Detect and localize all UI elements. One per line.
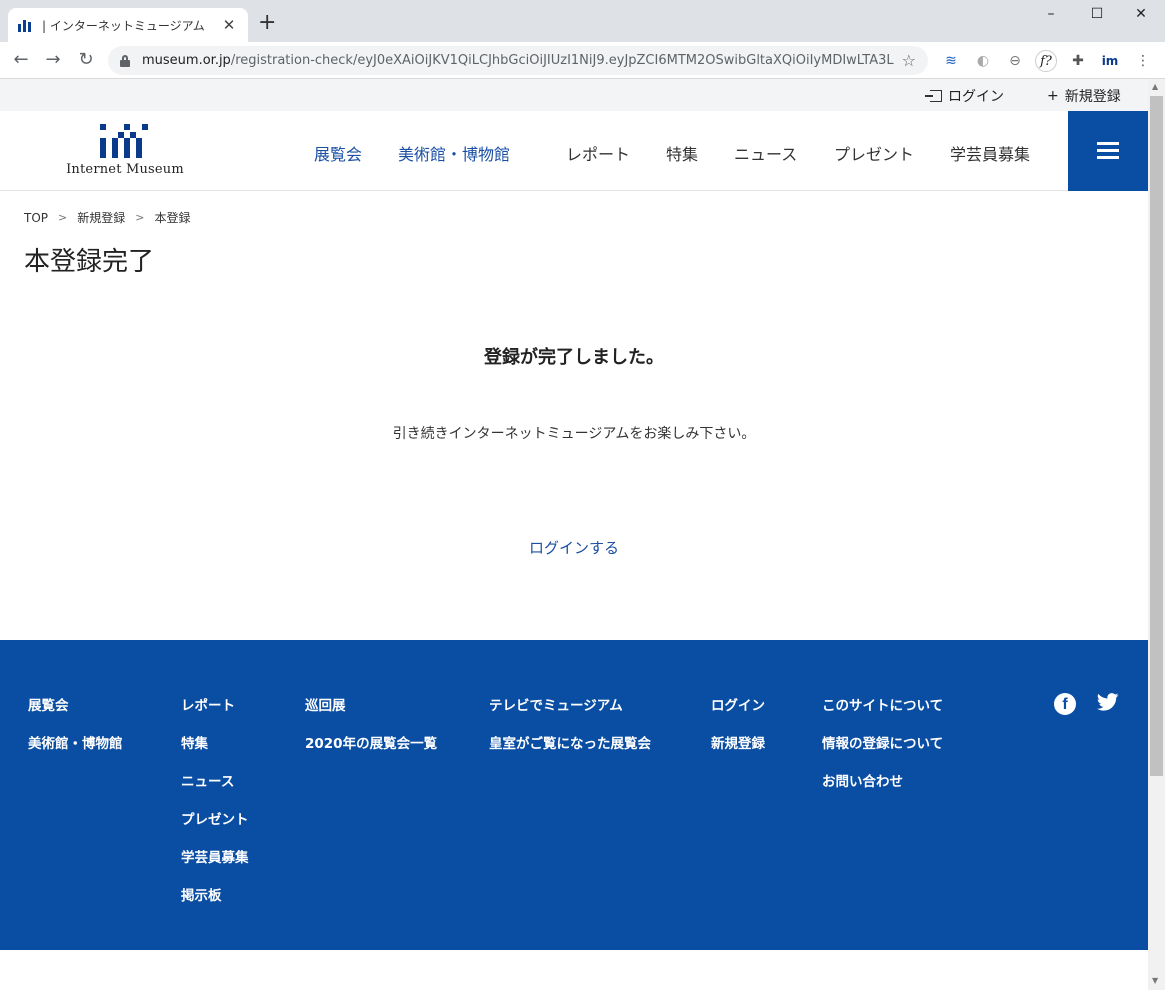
- continue-message: 引き続きインターネットミュージアムをお楽しみ下さい。: [392, 426, 756, 442]
- page-viewport: ログイン + 新規登録 Internet Museum 展覧会 美術館・博物館 …: [0, 79, 1148, 990]
- facebook-icon[interactable]: f: [1054, 693, 1076, 715]
- hamburger-menu-button[interactable]: [1068, 111, 1148, 191]
- site-footer: 展覧会 美術館・博物館 レポート 特集 ニュース プレゼント 学芸員募集 掲示板…: [0, 640, 1148, 950]
- login-icon: [925, 90, 942, 102]
- footer-link-touring-exhibitions[interactable]: 巡回展: [305, 694, 437, 732]
- login-link[interactable]: ログインする: [529, 539, 619, 557]
- footer-link-contact[interactable]: お問い合わせ: [822, 770, 943, 808]
- browser-menu-icon[interactable]: ⋮: [1132, 50, 1154, 72]
- breadcrumb: TOP > 新規登録 > 本登録: [24, 209, 190, 226]
- extensions-puzzle-icon[interactable]: ✚: [1067, 50, 1089, 72]
- topbar-register-label: 新規登録: [1064, 89, 1121, 105]
- topbar-login-link[interactable]: ログイン: [925, 86, 1004, 106]
- site-logo[interactable]: Internet Museum: [64, 124, 186, 180]
- url-text: museum.or.jp/registration-check/eyJ0eXAi…: [142, 53, 894, 68]
- nav-curator-jobs[interactable]: 学芸員募集: [950, 141, 1030, 165]
- footer-column-content: レポート 特集 ニュース プレゼント 学芸員募集 掲示板: [181, 694, 249, 922]
- topbar-login-label: ログイン: [948, 89, 1004, 105]
- completion-message: 登録が完了しました。: [484, 347, 664, 368]
- new-tab-button[interactable]: +: [258, 12, 276, 34]
- breadcrumb-top[interactable]: TOP: [24, 211, 48, 225]
- twitter-icon[interactable]: [1096, 693, 1119, 715]
- breadcrumb-separator-icon: >: [58, 211, 68, 224]
- reload-icon[interactable]: ↻: [73, 48, 99, 74]
- tab-close-icon[interactable]: ✕: [220, 16, 238, 34]
- footer-link-presents[interactable]: プレゼント: [181, 808, 249, 846]
- login-link-container: ログインする: [0, 537, 1148, 558]
- site-favicon-icon: [18, 18, 36, 32]
- logo-mark-icon: [100, 124, 150, 158]
- footer-link-curator-jobs[interactable]: 学芸員募集: [181, 846, 249, 884]
- extension-internet-museum-icon[interactable]: im: [1099, 50, 1121, 72]
- nav-presents[interactable]: プレゼント: [834, 141, 914, 165]
- footer-column-exhibitions: 展覧会 美術館・博物館: [28, 694, 123, 770]
- footer-column-account: ログイン 新規登録: [711, 694, 765, 770]
- breadcrumb-register[interactable]: 新規登録: [77, 209, 125, 226]
- address-bar[interactable]: museum.or.jp/registration-check/eyJ0eXAi…: [108, 46, 928, 75]
- forward-arrow-icon[interactable]: →: [40, 48, 66, 74]
- topbar-register-link[interactable]: + 新規登録: [1047, 86, 1121, 106]
- bookmark-star-icon[interactable]: ☆: [902, 51, 916, 70]
- footer-link-login[interactable]: ログイン: [711, 694, 765, 732]
- scroll-up-arrow-icon[interactable]: ▲: [1152, 82, 1158, 91]
- footer-link-tv-museum[interactable]: テレビでミュージアム: [489, 694, 651, 732]
- browser-toolbar: ← → ↻ museum.or.jp/registration-check/ey…: [0, 42, 1165, 79]
- footer-link-exhibitions[interactable]: 展覧会: [28, 694, 123, 732]
- footer-link-news[interactable]: ニュース: [181, 770, 249, 808]
- page-title: 本登録完了: [24, 247, 155, 277]
- footer-link-info-registration[interactable]: 情報の登録について: [822, 732, 943, 770]
- extension-waves-icon[interactable]: ≋: [940, 50, 962, 72]
- scrollbar-thumb[interactable]: [1150, 96, 1163, 776]
- nav-museums[interactable]: 美術館・博物館: [398, 141, 510, 165]
- footer-link-bulletin-board[interactable]: 掲示板: [181, 884, 249, 922]
- extension-fontface-icon[interactable]: f?: [1035, 50, 1057, 72]
- footer-link-museums[interactable]: 美術館・博物館: [28, 732, 123, 770]
- close-window-button[interactable]: ✕: [1118, 4, 1164, 28]
- footer-link-imperial-visits[interactable]: 皇室がご覧になった展覧会: [489, 732, 651, 770]
- browser-tab[interactable]: | インターネットミュージアム ✕: [8, 8, 248, 42]
- footer-link-features[interactable]: 特集: [181, 732, 249, 770]
- site-header: Internet Museum 展覧会 美術館・博物館 レポート 特集 ニュース…: [0, 111, 1148, 191]
- lock-icon: [120, 54, 130, 67]
- breadcrumb-current: 本登録: [154, 211, 191, 225]
- browser-tabstrip: | インターネットミュージアム ✕ + – ☐ ✕: [0, 0, 1165, 42]
- nav-features[interactable]: 特集: [666, 141, 698, 165]
- scroll-down-arrow-icon[interactable]: ▼: [1152, 976, 1158, 985]
- extension-leaf-icon[interactable]: ◐: [972, 50, 994, 72]
- footer-column-about: このサイトについて 情報の登録について お問い合わせ: [822, 694, 943, 808]
- nav-reports[interactable]: レポート: [566, 141, 630, 165]
- back-arrow-icon[interactable]: ←: [8, 48, 34, 74]
- minimize-button[interactable]: –: [1028, 4, 1074, 28]
- maximize-button[interactable]: ☐: [1074, 4, 1120, 28]
- footer-link-2020-exhibitions[interactable]: 2020年の展覧会一覧: [305, 732, 437, 770]
- breadcrumb-separator-icon: >: [135, 211, 145, 224]
- footer-column-tv: テレビでミュージアム 皇室がご覧になった展覧会: [489, 694, 651, 770]
- plus-icon: +: [1047, 88, 1059, 104]
- footer-column-touring: 巡回展 2020年の展覧会一覧: [305, 694, 437, 770]
- utility-bar: ログイン + 新規登録: [0, 79, 1148, 111]
- footer-link-about-site[interactable]: このサイトについて: [822, 694, 943, 732]
- page-scrollbar[interactable]: ▲ ▼: [1148, 79, 1165, 990]
- extension-mail-icon[interactable]: ⊖: [1004, 50, 1026, 72]
- tab-title: | インターネットミュージアム: [42, 18, 205, 33]
- logo-text: Internet Museum: [66, 162, 184, 177]
- nav-news[interactable]: ニュース: [734, 141, 797, 165]
- nav-exhibitions[interactable]: 展覧会: [314, 141, 362, 165]
- footer-link-register[interactable]: 新規登録: [711, 732, 765, 770]
- footer-link-reports[interactable]: レポート: [181, 694, 249, 732]
